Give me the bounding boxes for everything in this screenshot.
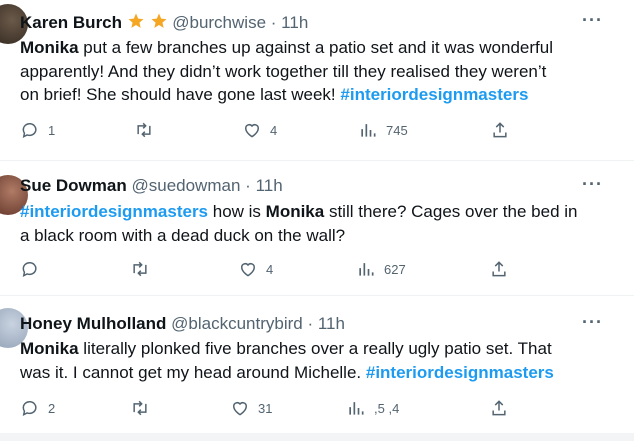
heart-icon [241,263,255,277]
tweet-sue-dowman[interactable]: Sue Dowman @suedowman · 11h ··· #interio… [0,160,634,296]
text-line: apparently! And they didn’t work togethe… [20,61,547,81]
action-bar: 1 4 745 [0,120,634,142]
heart-icon [233,402,247,416]
reply-icon [22,400,37,417]
hashtag-link[interactable]: #interiordesignmasters [366,363,554,382]
text-line: a black room with a dead duck on the wal… [20,225,346,245]
retweet-icon [137,122,151,138]
separator-dot: · [270,13,277,32]
retweet-icon [133,400,147,416]
reply-button[interactable]: 2 [20,398,55,418]
author-handle[interactable]: @blackcuntrybird [171,314,303,333]
mention-bold: Monika [20,38,79,57]
author-handle[interactable]: @burchwise [172,13,266,32]
retweet-button[interactable] [130,398,150,418]
bottom-divider [0,433,634,441]
author-name[interactable]: Karen Burch [20,13,122,32]
tweet-header: Sue Dowman @suedowman · 11h [20,176,283,196]
more-options-icon[interactable]: ··· [582,10,603,31]
reply-icon [22,261,37,278]
text-line: was it. I cannot get my head around Mich… [20,362,366,382]
tweet-header: Honey Mulholland @blackcuntrybird · 11h [20,314,345,334]
heart-icon [245,124,259,138]
reply-button[interactable]: 1 [20,120,55,140]
like-count: 4 [266,261,274,277]
view-count: 745 [386,122,408,138]
separator-dot: · [245,176,251,195]
more-options-icon[interactable]: ··· [582,312,603,333]
author-name[interactable]: Sue Dowman [20,176,127,195]
timestamp[interactable]: 11h [281,13,308,32]
views-button[interactable]: ,5 ,4 [346,398,399,418]
reply-button[interactable] [20,259,48,279]
text-line: still there? Cages over the bed in [324,202,578,221]
share-icon [492,261,506,277]
views-icon [359,263,374,276]
views-button[interactable]: 745 [358,120,408,140]
share-button[interactable] [490,120,510,140]
views-icon [361,124,376,137]
share-button[interactable] [489,259,509,279]
timestamp[interactable]: 11h [256,176,283,195]
retweet-icon [133,261,147,277]
tweet-header: Karen Burch @burchwise · 11h [20,12,308,35]
retweet-button[interactable] [130,259,150,279]
view-count: ,5 ,4 [374,400,400,416]
like-button[interactable]: 4 [242,120,277,140]
author-name[interactable]: Honey Mulholland [20,314,166,333]
star-icon [127,12,145,35]
action-bar: 4 627 [0,259,634,281]
share-icon [492,400,506,416]
separator-dot: · [307,314,314,333]
views-button[interactable]: 627 [356,259,406,279]
share-icon [493,122,507,138]
reply-count: 1 [48,122,56,138]
tweet-text: Monika literally plonked five branches o… [20,337,610,384]
text-line: put a few branches up against a patio se… [78,38,553,57]
mention-bold: Monika [20,339,79,358]
tweet-text: #interiordesignmasters how is Monika sti… [20,200,610,247]
mention-bold: Monika [265,202,325,221]
action-bar: 2 31 ,5 ,4 [0,398,634,420]
author-handle[interactable]: @suedowman [131,176,240,195]
hashtag-link[interactable]: #interiordesignmasters [340,85,528,104]
text-line: literally plonked five branches over a r… [78,339,552,358]
reply-count: 2 [48,400,56,416]
text-line: how is [208,202,266,221]
retweet-button[interactable] [134,120,154,140]
view-count: 627 [384,261,406,277]
tweet-karen-burch[interactable]: Karen Burch @burchwise · 11h ··· Monika … [0,0,634,160]
more-options-icon[interactable]: ··· [582,174,603,195]
tweet-text: Monika put a few branches up against a p… [20,36,610,107]
like-count: 31 [258,400,273,416]
like-button[interactable]: 4 [238,259,273,279]
star-icon [150,12,168,35]
views-icon [349,402,364,415]
like-button[interactable]: 31 [230,398,272,418]
like-count: 4 [270,122,278,138]
reply-icon [22,122,37,139]
timestamp[interactable]: 11h [318,314,345,333]
text-line: on brief! She should have gone last week… [20,85,341,104]
tweet-honey-mulholland[interactable]: Honey Mulholland @blackcuntrybird · 11h … [0,295,634,434]
share-button[interactable] [489,398,509,418]
hashtag-link[interactable]: #interiordesignmasters [20,202,208,221]
